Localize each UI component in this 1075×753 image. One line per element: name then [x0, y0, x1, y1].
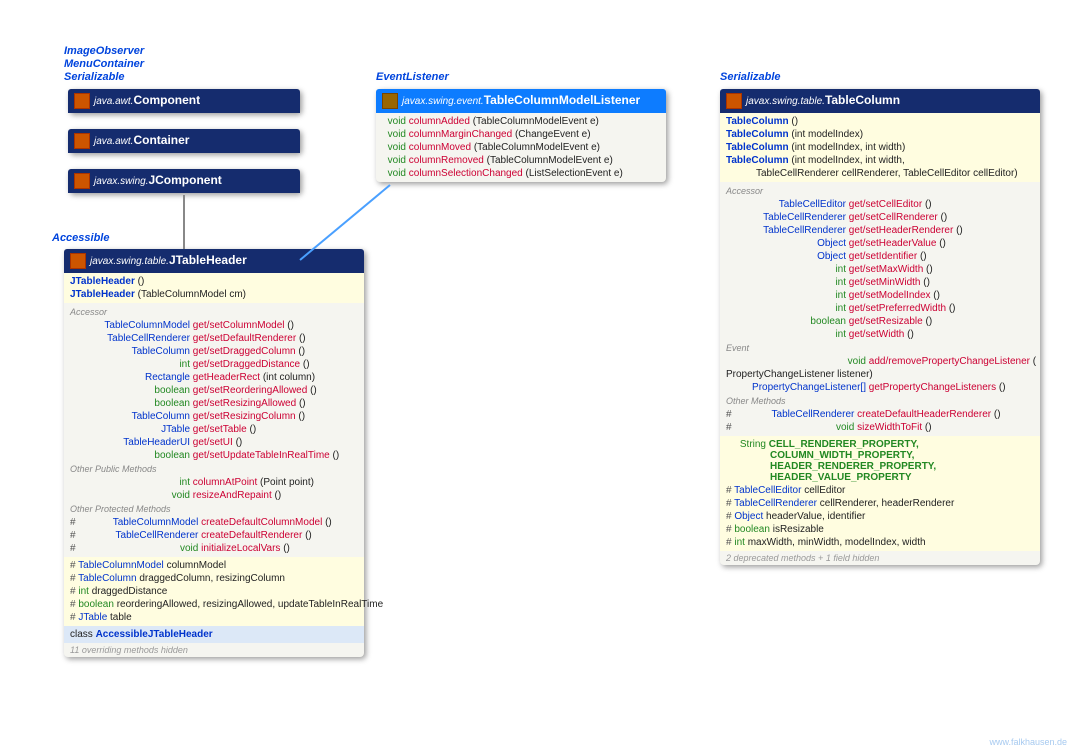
ctor-row: TableColumn (int modelIndex, int width, [726, 154, 1034, 167]
field-row: # int maxWidth, minWidth, modelIndex, wi… [726, 536, 1034, 549]
iface-eventlistener: EventListener [376, 71, 449, 83]
watermark: www.falkhausen.de [989, 737, 1067, 747]
method-row: # TableCellRenderer createDefaultHeaderR… [726, 408, 1034, 421]
class-icon [74, 93, 90, 109]
field-row: # int draggedDistance [70, 585, 358, 598]
method-row: # void sizeWidthToFit () [726, 421, 1034, 434]
interface-icon [382, 93, 398, 109]
method-row: int get/setDraggedDistance () [70, 358, 358, 371]
method-row: Object get/setHeaderValue () [726, 237, 1034, 250]
field-row: # TableCellEditor cellEditor [726, 484, 1034, 497]
method-row: void resizeAndRepaint () [70, 489, 358, 502]
section-other-methods: Other Methods [726, 394, 1034, 408]
iface-tablecolumnmodellistener-box: javax.swing.event.TableColumnModelListen… [376, 89, 666, 182]
method-row: int get/setMaxWidth () [726, 263, 1034, 276]
method-row: boolean get/setResizingAllowed () [70, 397, 358, 410]
method-row: TableCellRenderer get/setHeaderRenderer … [726, 224, 1034, 237]
method-row: TableCellRenderer get/setCellRenderer () [726, 211, 1034, 224]
field-row: # TableCellRenderer cellRenderer, header… [726, 497, 1034, 510]
iface-accessible: Accessible [52, 232, 109, 244]
method-row: TableColumn get/setResizingColumn () [70, 410, 358, 423]
method-row: void columnRemoved (TableColumnModelEven… [382, 154, 660, 167]
class-container: java.awt.Container [68, 129, 300, 153]
method-row: TableHeaderUI get/setUI () [70, 436, 358, 449]
method-row: void columnSelectionChanged (ListSelecti… [382, 167, 660, 180]
method-row: int get/setMinWidth () [726, 276, 1034, 289]
method-row: boolean get/setResizable () [726, 315, 1034, 328]
method-row: void columnAdded (TableColumnModelEvent … [382, 115, 660, 128]
tc-footer: 2 deprecated methods + 1 field hidden [720, 551, 1040, 565]
field-row: # Object headerValue, identifier [726, 510, 1034, 523]
method-row: JTable get/setTable () [70, 423, 358, 436]
method-row: Object get/setIdentifier () [726, 250, 1034, 263]
method-row: TableColumnModel get/setColumnModel () [70, 319, 358, 332]
section-accessor: Accessor [726, 184, 1034, 198]
section-accessor: Accessor [70, 305, 358, 319]
section-other-protected: Other Protected Methods [70, 502, 358, 516]
ctor-row: TableCellRenderer cellRenderer, TableCel… [726, 167, 1034, 180]
class-tablecolumn: javax.swing.table.TableColumn TableColum… [720, 89, 1040, 565]
method-row: int columnAtPoint (Point point) [70, 476, 358, 489]
method-row: TableColumn get/setDraggedColumn () [70, 345, 358, 358]
method-row: void add/removePropertyChangeListener ( [726, 355, 1034, 368]
section-other-public: Other Public Methods [70, 462, 358, 476]
iface-imageobserver: ImageObserver [64, 45, 144, 57]
method-row: # void initializeLocalVars () [70, 542, 358, 555]
iface-serializable: Serializable [64, 71, 125, 83]
method-row: Rectangle getHeaderRect (int column) [70, 371, 358, 384]
method-row: int get/setPreferredWidth () [726, 302, 1034, 315]
field-row: # boolean reorderingAllowed, resizingAll… [70, 598, 358, 611]
field-row: # boolean isResizable [726, 523, 1034, 536]
section-event: Event [726, 341, 1034, 355]
method-row: boolean get/setReorderingAllowed () [70, 384, 358, 397]
class-icon [74, 173, 90, 189]
class-icon [74, 133, 90, 149]
method-row: int get/setWidth () [726, 328, 1034, 341]
method-row: boolean get/setUpdateTableInRealTime () [70, 449, 358, 462]
iface-menucontainer: MenuContainer [64, 58, 144, 70]
field-row: # TableColumnModel columnModel [70, 559, 358, 572]
method-row: PropertyChangeListener listener) [726, 368, 1034, 381]
class-component: java.awt.Component [68, 89, 300, 113]
method-row: void columnMoved (TableColumnModelEvent … [382, 141, 660, 154]
ctor-row: JTableHeader (TableColumnModel cm) [70, 288, 358, 301]
method-row: PropertyChangeListener[] getPropertyChan… [726, 381, 1034, 394]
method-row: void columnMarginChanged (ChangeEvent e) [382, 128, 660, 141]
jth-footer: 11 overriding methods hidden [64, 643, 364, 657]
ctor-row: TableColumn () [726, 115, 1034, 128]
ctor-row: JTableHeader () [70, 275, 358, 288]
field-row: # TableColumn draggedColumn, resizingCol… [70, 572, 358, 585]
class-icon [70, 253, 86, 269]
class-jcomponent: javax.swing.JComponent [68, 169, 300, 193]
class-icon [726, 93, 742, 109]
ctor-row: TableColumn (int modelIndex, int width) [726, 141, 1034, 154]
method-row: TableCellRenderer get/setDefaultRenderer… [70, 332, 358, 345]
field-row: # JTable table [70, 611, 358, 624]
method-row: # TableColumnModel createDefaultColumnMo… [70, 516, 358, 529]
method-row: int get/setModelIndex () [726, 289, 1034, 302]
ctor-row: TableColumn (int modelIndex) [726, 128, 1034, 141]
iface-serializable-2: Serializable [720, 71, 781, 83]
method-row: # TableCellRenderer createDefaultRendere… [70, 529, 358, 542]
class-jtableheader: javax.swing.table.JTableHeader JTableHea… [64, 249, 364, 657]
method-row: TableCellEditor get/setCellEditor () [726, 198, 1034, 211]
